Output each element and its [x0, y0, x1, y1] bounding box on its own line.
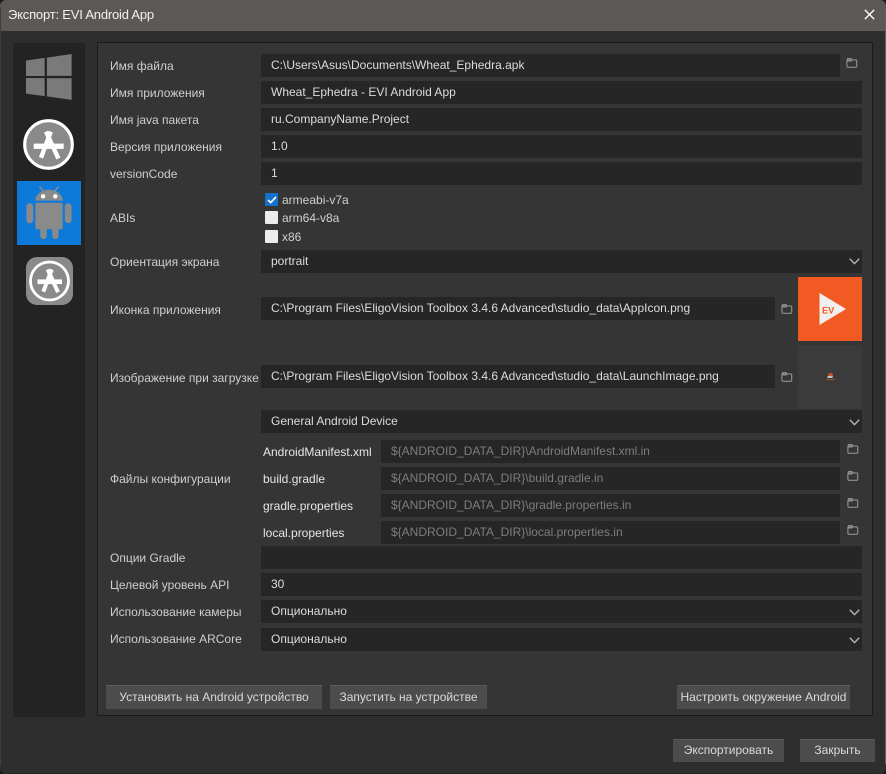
svg-text:EV: EV — [822, 305, 835, 315]
